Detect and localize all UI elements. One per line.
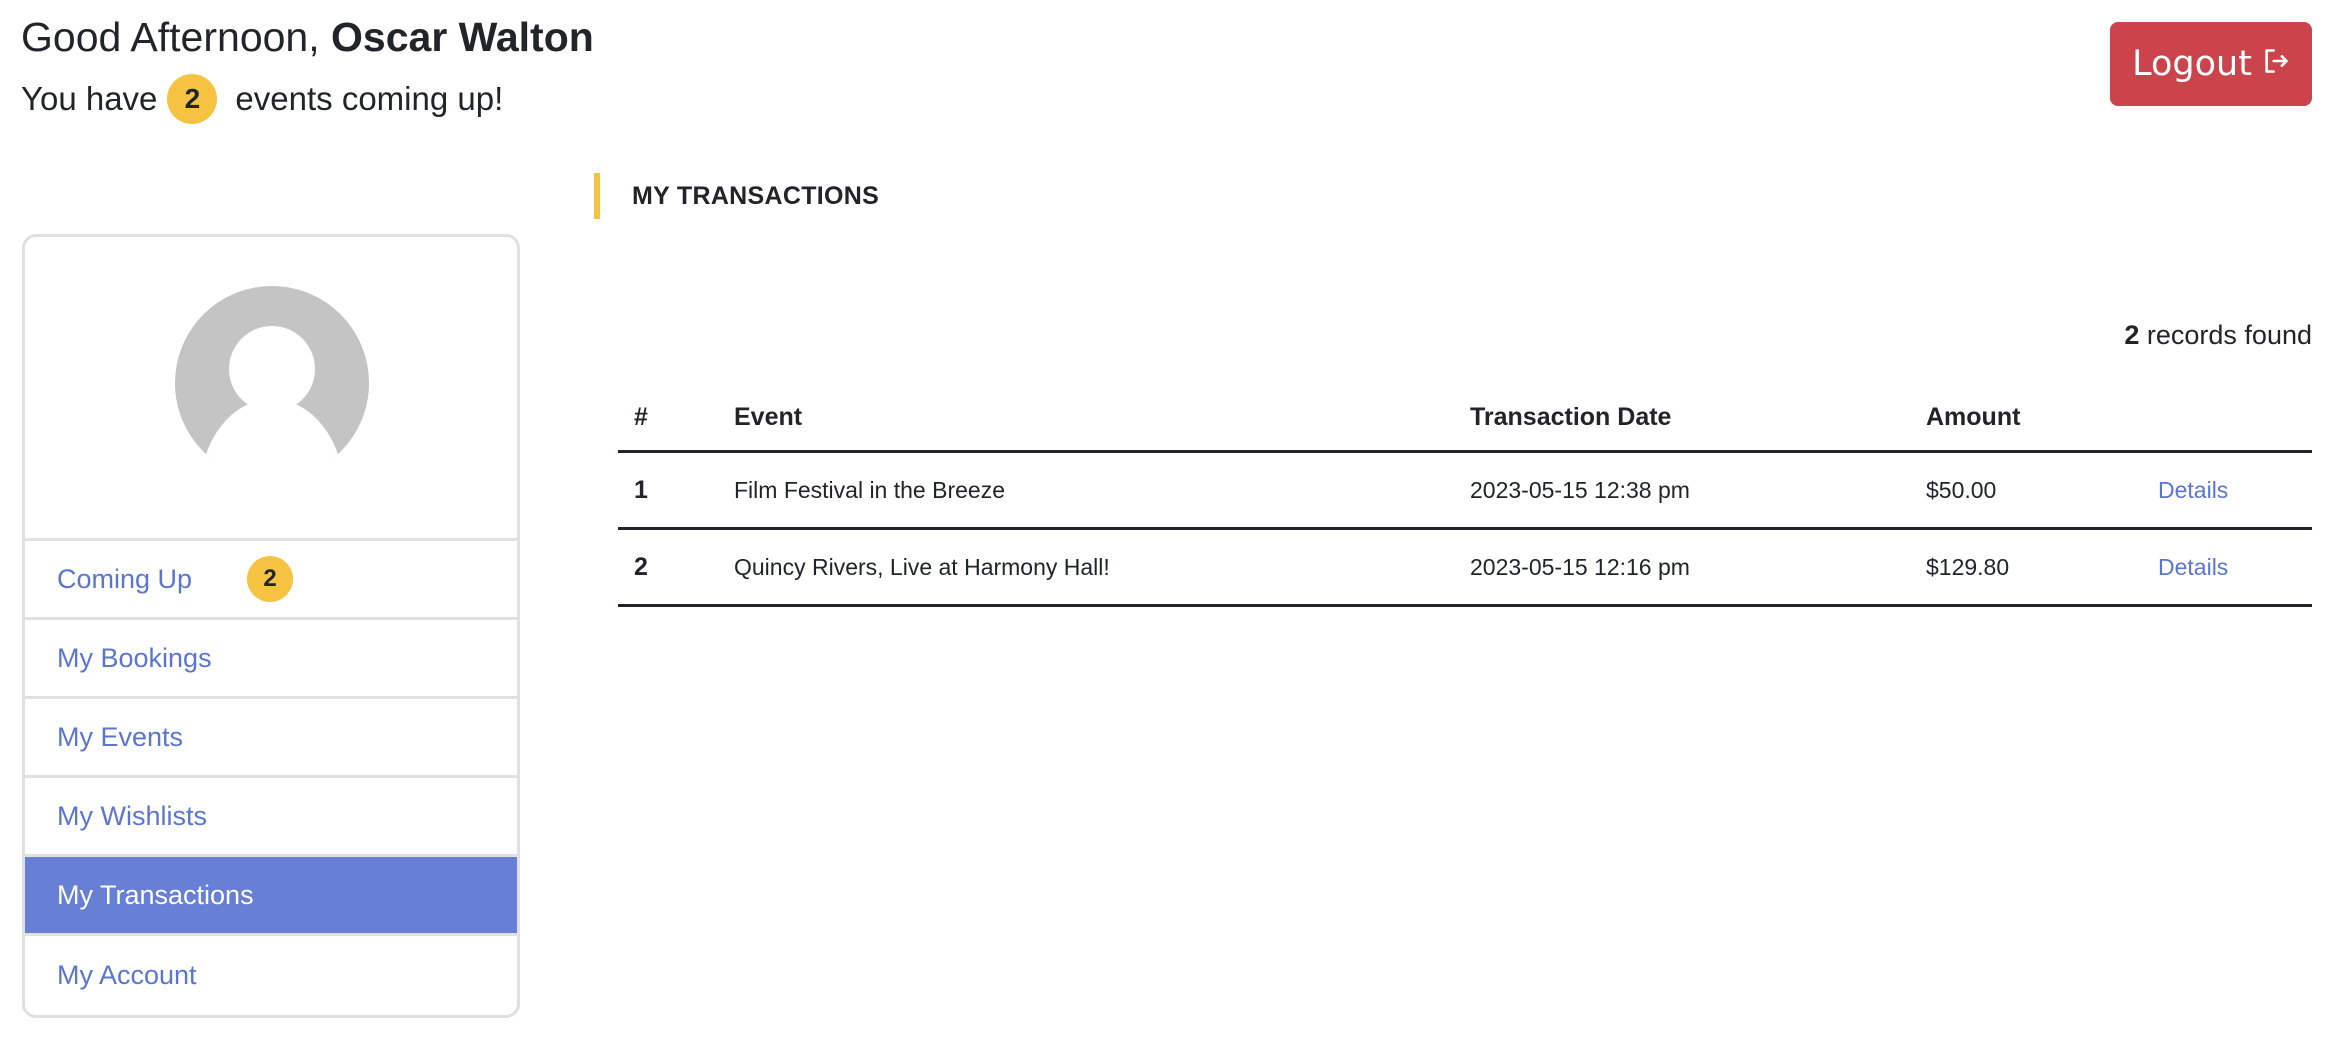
section-title: MY TRANSACTIONS bbox=[594, 173, 879, 219]
sidebar-item-label: My Transactions bbox=[57, 879, 254, 910]
upcoming-summary: You have 2 events coming up! bbox=[21, 74, 503, 124]
avatar-icon bbox=[175, 286, 369, 486]
records-suffix: records found bbox=[2139, 320, 2312, 350]
details-link[interactable]: Details bbox=[2158, 554, 2228, 580]
row-number: 1 bbox=[618, 451, 734, 530]
row-date: 2023-05-15 12:38 pm bbox=[1470, 451, 1926, 530]
details-link[interactable]: Details bbox=[2158, 477, 2228, 503]
sidebar-menu: Coming Up 2 My Bookings My Events My Wis… bbox=[25, 541, 517, 1015]
column-header-actions bbox=[2158, 384, 2312, 453]
records-count: 2 bbox=[2124, 320, 2140, 350]
sidebar-item-my-events[interactable]: My Events bbox=[25, 699, 517, 778]
sidebar-item-label: My Account bbox=[57, 960, 197, 990]
table-row: 1 Film Festival in the Breeze 2023-05-15… bbox=[618, 451, 2312, 530]
greeting-prefix: Good Afternoon, bbox=[21, 14, 320, 60]
sidebar-item-my-wishlists[interactable]: My Wishlists bbox=[25, 778, 517, 857]
upcoming-count-badge: 2 bbox=[167, 74, 218, 124]
sidebar-item-label: My Bookings bbox=[57, 642, 212, 673]
row-action-cell: Details bbox=[2158, 451, 2312, 530]
sidebar-card: Coming Up 2 My Bookings My Events My Wis… bbox=[22, 234, 520, 1018]
section-title-text: MY TRANSACTIONS bbox=[632, 181, 880, 210]
logout-icon bbox=[2262, 44, 2290, 84]
sidebar-item-my-transactions[interactable]: My Transactions bbox=[25, 857, 517, 936]
sidebar-item-label: Coming Up bbox=[57, 563, 193, 594]
subline-suffix: events coming up! bbox=[235, 80, 504, 117]
row-amount: $129.80 bbox=[1926, 528, 2158, 607]
logout-button[interactable]: Logout bbox=[2110, 22, 2312, 106]
row-event: Quincy Rivers, Live at Harmony Hall! bbox=[734, 528, 1470, 607]
row-action-cell: Details bbox=[2158, 528, 2312, 607]
subline-prefix: You have bbox=[21, 80, 158, 117]
sidebar-item-my-bookings[interactable]: My Bookings bbox=[25, 620, 517, 699]
sidebar-item-label: My Events bbox=[57, 721, 184, 752]
records-found: 2 records found bbox=[2124, 320, 2312, 351]
transactions-table: # Event Transaction Date Amount 1 Film F… bbox=[618, 384, 2312, 607]
row-number: 2 bbox=[618, 528, 734, 607]
row-date: 2023-05-15 12:16 pm bbox=[1470, 528, 1926, 607]
logout-label: Logout bbox=[2132, 44, 2252, 84]
column-header-number: # bbox=[618, 384, 734, 453]
row-event: Film Festival in the Breeze bbox=[734, 451, 1470, 530]
row-amount: $50.00 bbox=[1926, 451, 2158, 530]
table-row: 2 Quincy Rivers, Live at Harmony Hall! 2… bbox=[618, 528, 2312, 607]
table-header-row: # Event Transaction Date Amount bbox=[618, 384, 2312, 453]
greeting-heading: Good Afternoon, Oscar Walton bbox=[21, 12, 594, 62]
avatar-area bbox=[25, 237, 517, 541]
user-name: Oscar Walton bbox=[331, 14, 594, 60]
sidebar-item-label: My Wishlists bbox=[57, 800, 207, 831]
coming-up-count-badge: 2 bbox=[247, 556, 294, 602]
sidebar-item-my-account[interactable]: My Account bbox=[25, 936, 517, 1015]
column-header-event: Event bbox=[734, 384, 1470, 453]
sidebar-item-coming-up[interactable]: Coming Up 2 bbox=[25, 541, 517, 620]
column-header-transaction-date: Transaction Date bbox=[1470, 384, 1926, 453]
column-header-amount: Amount bbox=[1926, 384, 2158, 453]
